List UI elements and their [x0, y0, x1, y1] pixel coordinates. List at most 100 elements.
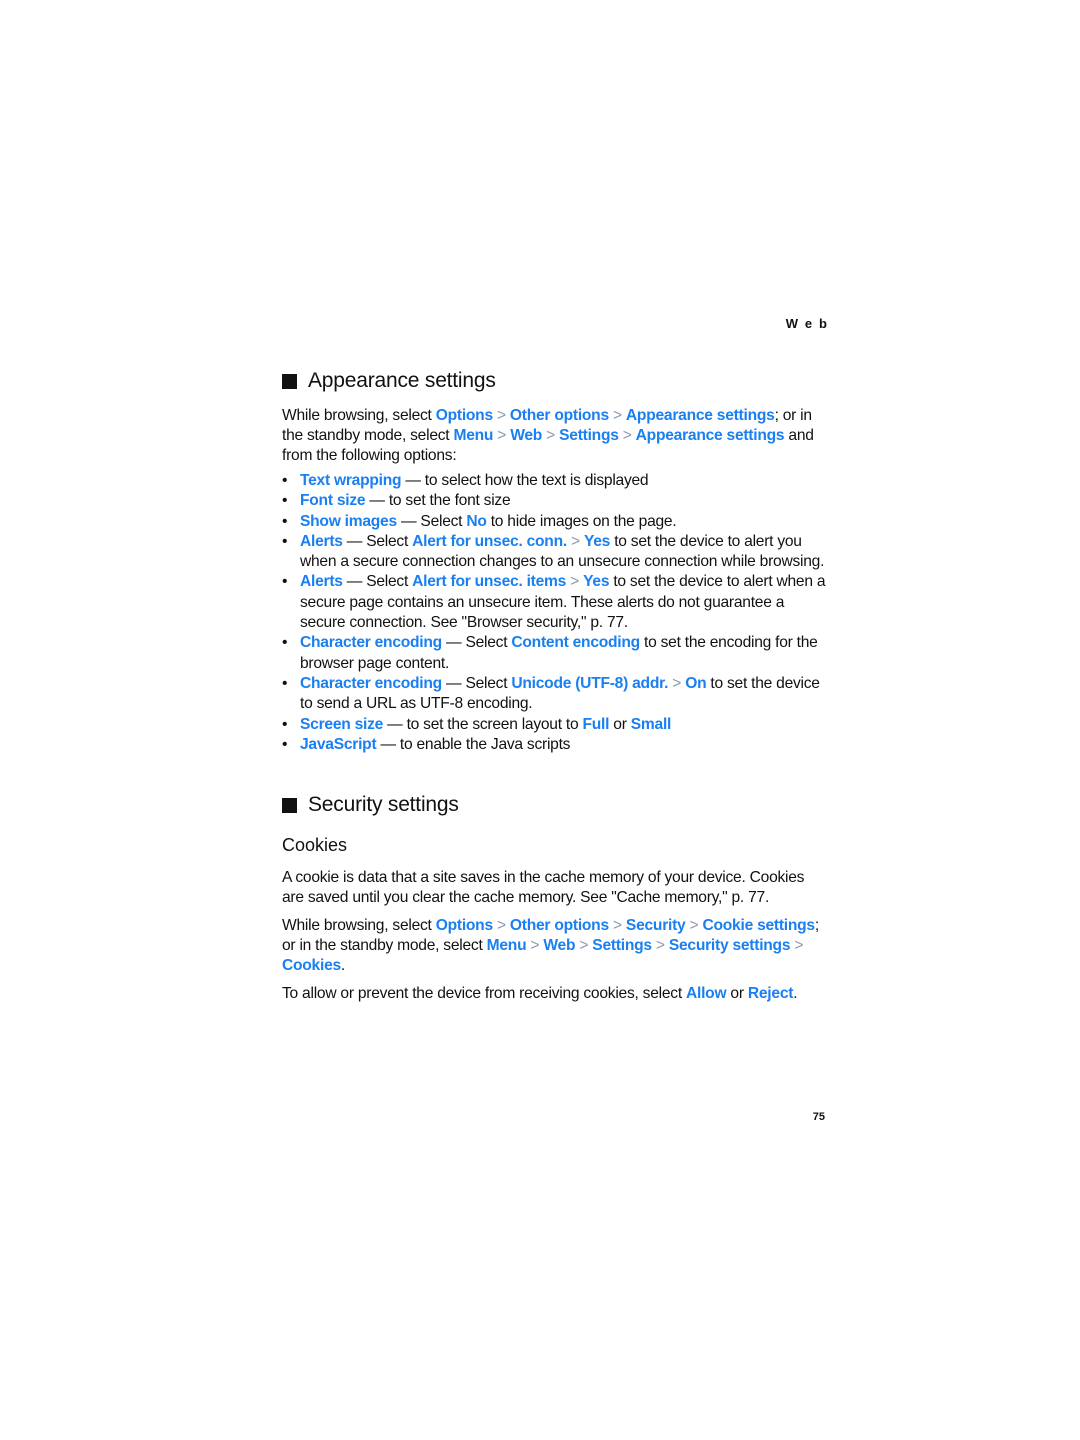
body-text: — to enable the Java scripts — [376, 735, 571, 753]
security-settings-title: Security settings — [308, 793, 459, 816]
bullet-icon: • — [282, 634, 288, 652]
option-list-item: • Screen size — to set the screen layout … — [282, 715, 827, 735]
menu-link-alert-for-unsec-items[interactable]: Alert for unsec. items — [412, 573, 566, 590]
menu-link-yes[interactable]: Yes — [583, 573, 609, 590]
menu-link-options[interactable]: Options — [436, 407, 493, 424]
appearance-options-list: • Text wrapping — to select how the text … — [282, 471, 827, 755]
body-text: — Select — [342, 573, 413, 591]
path-separator: > — [493, 427, 511, 444]
option-list-item: • JavaScript — to enable the Java scripts — [282, 735, 827, 755]
menu-link-alert-for-unsec-conn[interactable]: Alert for unsec. conn. — [412, 533, 567, 550]
menu-link-reject[interactable]: Reject — [748, 985, 794, 1002]
path-separator: > — [608, 917, 626, 934]
body-text: — Select — [342, 532, 413, 550]
menu-link-appearance-settings[interactable]: Appearance settings — [626, 407, 775, 424]
option-list-item: • Alerts — Select Alert for unsec. items … — [282, 572, 827, 633]
menu-link-settings[interactable]: Settings — [559, 427, 619, 444]
appearance-settings-title: Appearance settings — [308, 369, 496, 392]
menu-link-settings[interactable]: Settings — [592, 937, 652, 954]
cookies-heading: Cookies — [282, 835, 348, 855]
path-separator: > — [566, 573, 584, 591]
menu-link-other-options[interactable]: Other options — [510, 407, 609, 424]
appearance-intro: While browsing, select Options > Other o… — [282, 406, 827, 466]
path-separator: > — [685, 917, 703, 934]
menu-link-yes[interactable]: Yes — [584, 533, 610, 550]
menu-link-small[interactable]: Small — [631, 716, 672, 733]
option-list-item: • Text wrapping — to select how the text … — [282, 471, 827, 491]
menu-link-character-encoding[interactable]: Character encoding — [300, 634, 442, 651]
menu-link-web[interactable]: Web — [510, 427, 542, 444]
menu-link-security-settings[interactable]: Security settings — [669, 937, 791, 954]
menu-link-other-options[interactable]: Other options — [510, 917, 609, 934]
menu-link-no[interactable]: No — [466, 513, 487, 530]
menu-link-show-images[interactable]: Show images — [300, 513, 397, 530]
menu-link-screen-size[interactable]: Screen size — [300, 716, 383, 733]
menu-link-cookies[interactable]: Cookies — [282, 957, 341, 974]
menu-link-allow[interactable]: Allow — [686, 985, 727, 1002]
bullet-icon: • — [282, 573, 288, 591]
body-text: To allow or prevent the device from rece… — [282, 985, 686, 1002]
body-text: or — [726, 985, 748, 1002]
menu-link-options[interactable]: Options — [436, 917, 493, 934]
body-text: to hide images on the page. — [486, 512, 677, 530]
menu-link-on[interactable]: On — [685, 675, 706, 692]
body-text: — Select — [441, 674, 512, 692]
path-separator: > — [575, 937, 593, 954]
option-list-item: • Character encoding — Select Unicode (UT… — [282, 674, 827, 715]
path-separator: > — [566, 532, 584, 550]
menu-link-full[interactable]: Full — [583, 716, 610, 733]
menu-link-menu[interactable]: Menu — [487, 937, 527, 954]
body-text: — Select — [396, 512, 467, 530]
menu-link-text-wrapping[interactable]: Text wrapping — [300, 472, 402, 489]
page-number: 75 — [812, 1111, 825, 1123]
body-text: . — [793, 985, 798, 1002]
path-separator: > — [618, 427, 636, 444]
path-separator: > — [668, 674, 686, 692]
menu-link-cookie-settings[interactable]: Cookie settings — [703, 917, 816, 934]
menu-link-character-encoding[interactable]: Character encoding — [300, 675, 442, 692]
menu-link-alerts[interactable]: Alerts — [300, 533, 343, 550]
body-text: A cookie is data that a site saves in th… — [282, 869, 805, 906]
menu-link-javascript[interactable]: JavaScript — [300, 736, 377, 753]
menu-link-font-size[interactable]: Font size — [300, 492, 366, 509]
security-settings-heading: Security settings — [282, 793, 459, 817]
section-square-icon — [282, 373, 297, 389]
menu-link-menu[interactable]: Menu — [453, 427, 493, 444]
option-list-item: • Font size — to set the font size — [282, 491, 827, 511]
menu-link-unicode-utf-8-addr[interactable]: Unicode (UTF-8) addr. — [511, 675, 668, 692]
appearance-settings-heading: Appearance settings — [282, 369, 496, 393]
path-separator: > — [651, 937, 669, 954]
path-separator: > — [790, 937, 804, 954]
body-text: . — [340, 957, 346, 974]
menu-link-web[interactable]: Web — [543, 937, 575, 954]
body-text: — to select how the text is displayed — [401, 472, 649, 489]
body-text: — to set the font size — [365, 492, 511, 510]
bullet-icon: • — [282, 512, 288, 530]
body-text: While browsing, select — [282, 917, 436, 934]
path-separator: > — [492, 917, 510, 934]
cookies-description: A cookie is data that a site saves in th… — [282, 868, 827, 908]
option-list-item: • Alerts — Select Alert for unsec. conn. … — [282, 532, 827, 573]
option-list-item: • Character encoding — Select Content enc… — [282, 633, 827, 674]
menu-link-appearance-settings[interactable]: Appearance settings — [636, 427, 785, 444]
path-separator: > — [526, 937, 544, 954]
menu-link-content-encoding[interactable]: Content encoding — [511, 634, 640, 651]
cookies-menu-path: While browsing, select Options > Other o… — [282, 916, 827, 976]
section-square-icon — [282, 797, 297, 813]
path-separator: > — [492, 407, 510, 424]
bullet-icon: • — [282, 715, 288, 733]
running-head: Web — [785, 316, 834, 331]
menu-link-alerts[interactable]: Alerts — [300, 573, 343, 590]
path-separator: > — [542, 427, 560, 444]
body-text: or — [609, 715, 631, 733]
bullet-icon: • — [282, 735, 288, 753]
body-text: While browsing, select — [282, 407, 436, 424]
menu-link-security[interactable]: Security — [626, 917, 686, 934]
bullet-icon: • — [282, 674, 288, 692]
cookies-allow-reject: To allow or prevent the device from rece… — [282, 984, 827, 1004]
bullet-icon: • — [282, 472, 288, 489]
bullet-icon: • — [282, 492, 288, 510]
body-text: — to set the screen layout to — [383, 715, 583, 733]
body-text: — Select — [441, 634, 512, 652]
path-separator: > — [608, 407, 626, 424]
